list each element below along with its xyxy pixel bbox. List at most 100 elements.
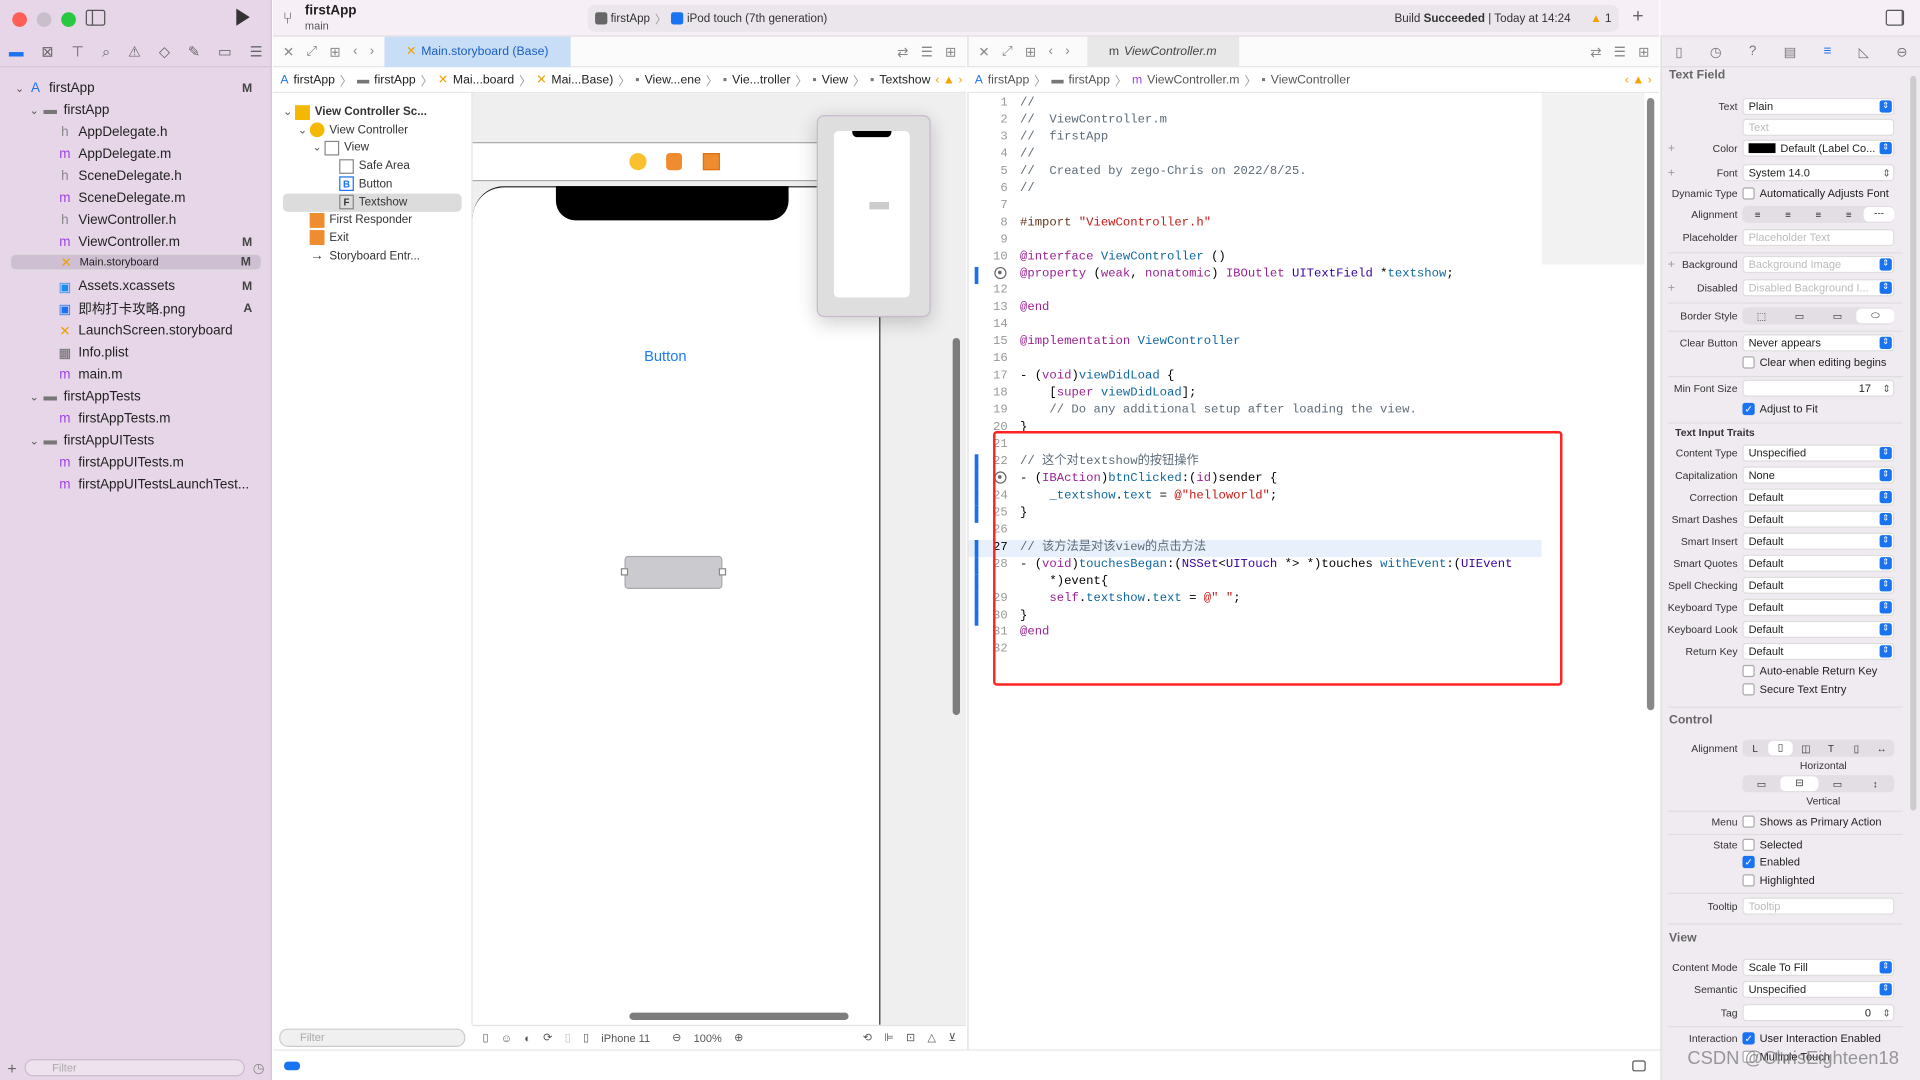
device-icon[interactable]: ▯	[583, 1031, 589, 1044]
inspector-toggle-icon[interactable]	[1885, 9, 1905, 26]
stepper-icon[interactable]: ⇕	[1882, 383, 1890, 394]
warning-icon[interactable]: ‹ ▲ ›	[1625, 73, 1652, 86]
code-line[interactable]: 5 // Created by zego-Chris on 2022/8/25.	[969, 164, 1542, 181]
segment-option[interactable]: T	[1818, 743, 1843, 754]
file-tree-item[interactable]: ⌄ ▬ firstAppTests	[10, 386, 262, 408]
breadcrumb-item[interactable]: Textshow	[879, 73, 930, 86]
segment-option[interactable]: ≡	[1834, 209, 1864, 220]
exit-icon[interactable]	[702, 153, 721, 171]
checkbox[interactable]	[1742, 838, 1755, 852]
outline-item[interactable]: First Responder	[295, 211, 412, 229]
breadcrumb-item[interactable]: View...ene	[645, 73, 701, 86]
segment-option[interactable]: ↔	[1869, 743, 1894, 754]
file-icon[interactable]: ▯	[1675, 43, 1682, 60]
plus-icon[interactable]: +	[1668, 141, 1675, 154]
segment-option[interactable]: ▭	[1818, 310, 1856, 321]
help-icon[interactable]: ?	[1749, 44, 1757, 59]
chevron-down-icon[interactable]: ⌄	[295, 123, 310, 136]
select-disabled[interactable]: Disabled Background I... ⇕	[1742, 279, 1895, 297]
change-bar[interactable]	[974, 266, 979, 284]
select-keyboard-look[interactable]: Default ⇕	[1742, 620, 1895, 638]
segment-option[interactable]: ▭	[1742, 778, 1780, 789]
select-return-key[interactable]: Default ⇕	[1742, 642, 1895, 661]
code-line[interactable]: 7	[969, 198, 1542, 215]
code-line[interactable]: 6 //	[969, 181, 1542, 198]
device-selector[interactable]: iPod touch (7th generation)	[671, 12, 827, 25]
outline-item[interactable]: B Button	[324, 175, 392, 193]
test-icon[interactable]: ◇	[159, 43, 170, 60]
input-placeholder[interactable]: Placeholder Text	[1742, 228, 1895, 247]
code-line[interactable]: 19 // Do any additional setup after load…	[969, 403, 1542, 420]
identity-icon[interactable]: ▤	[1784, 43, 1797, 60]
checkbox[interactable]	[1742, 187, 1755, 200]
add-editor-icon[interactable]: ⊞	[1638, 43, 1649, 60]
chevron-down-icon[interactable]: ⌄	[280, 105, 295, 118]
code-line[interactable]: 14	[969, 318, 1542, 335]
segment-option[interactable]: L	[1742, 743, 1767, 754]
zoom-out-icon[interactable]: ⊖	[672, 1031, 681, 1044]
embed-icon[interactable]: ⊻	[948, 1031, 956, 1044]
select-smart-dashes[interactable]: Default ⇕	[1742, 510, 1895, 528]
view-controller-icon[interactable]	[629, 153, 647, 171]
file-tree-item[interactable]: h SceneDelegate.h	[10, 165, 262, 187]
inspector-scrollbar[interactable]	[1910, 75, 1917, 811]
breadcrumb-item[interactable]: Mai...Base)	[551, 73, 613, 86]
expand-icon[interactable]: ⤢	[306, 43, 317, 59]
chevron-down-icon[interactable]: ⌄	[12, 81, 27, 94]
file-tree-item[interactable]: m firstAppTests.m	[10, 408, 262, 430]
segmented-control[interactable]: ⬚ ▭ ▭ ⬭	[1742, 307, 1895, 325]
code-line[interactable]: 9	[969, 232, 1542, 249]
select-keyboard-type[interactable]: Default ⇕	[1742, 598, 1895, 616]
file-tree-item[interactable]: ▣ Assets.xcassets M	[10, 276, 262, 298]
code-line[interactable]: 16	[969, 352, 1542, 369]
forward-icon[interactable]: ›	[1065, 43, 1069, 59]
close-editor-icon[interactable]: ✕	[283, 43, 294, 60]
select-semantic[interactable]: Unspecified ⇕	[1742, 980, 1895, 998]
chevron-down-icon[interactable]: ⌄	[27, 390, 42, 403]
horizontal-scrollbar[interactable]	[629, 1012, 849, 1021]
code-line[interactable]: 12	[969, 283, 1542, 300]
file-tree-item[interactable]: ✕ Main.storyboard M	[9, 253, 263, 271]
symbol-icon[interactable]: ⊤	[71, 43, 84, 60]
segment-option[interactable]: ≡	[1773, 209, 1803, 220]
zoom-window-button[interactable]	[61, 12, 76, 27]
input-text[interactable]: Text	[1742, 118, 1895, 136]
segment-option[interactable]: ⊟	[1780, 776, 1819, 792]
select-correction[interactable]: Default ⇕	[1742, 488, 1895, 506]
stepper-icon[interactable]: ⇕	[1882, 1007, 1890, 1018]
storyboard-canvas[interactable]: Button	[472, 93, 967, 1025]
file-tree-item[interactable]: ✕ LaunchScreen.storyboard	[10, 320, 262, 342]
update-frames-icon[interactable]: ⟲	[863, 1031, 872, 1044]
outline-item[interactable]: → Storyboard Entr...	[295, 247, 420, 265]
breadcrumb-item[interactable]: Vie...troller	[732, 73, 790, 86]
segment-option[interactable]: ◫	[1793, 743, 1818, 754]
outline-item[interactable]: ⌄ View	[310, 139, 369, 157]
file-tree-item[interactable]: ⌄ ▬ firstApp	[10, 99, 262, 121]
file-tree-item[interactable]: m ViewController.m M	[10, 231, 262, 253]
code-line[interactable]: @property (weak, nonatomic) IBOutlet UIT…	[969, 266, 1542, 284]
breadcrumb-item[interactable]: ViewController	[1271, 73, 1350, 86]
align-icon[interactable]: ⊫	[884, 1031, 894, 1044]
add-icon[interactable]: +	[7, 1059, 16, 1077]
back-icon[interactable]: ‹	[353, 43, 357, 59]
add-constraints-icon[interactable]: ⊡	[906, 1031, 915, 1044]
close-editor-icon[interactable]: ✕	[978, 43, 989, 60]
debug-icon[interactable]: ✎	[188, 43, 200, 60]
code-line[interactable]: 10 @interface ViewController ()	[969, 249, 1542, 266]
select-smart-insert[interactable]: Default ⇕	[1742, 532, 1895, 550]
file-tree-item[interactable]: h ViewController.h	[10, 209, 262, 231]
code-line[interactable]: 1 //	[969, 96, 1542, 113]
segment-option[interactable]: ▭	[1780, 310, 1818, 321]
related-items-icon[interactable]: ⇄	[1590, 43, 1601, 60]
checkbox[interactable]	[1742, 683, 1755, 696]
breadcrumb-item[interactable]: firstApp	[1068, 73, 1110, 86]
outline-toggle-icon[interactable]: ▯	[482, 1031, 488, 1044]
segmented-control[interactable]: ≡ ≡ ≡ ≡ ---	[1742, 205, 1895, 223]
search-icon[interactable]: ⌕	[102, 42, 110, 60]
source-control-icon[interactable]: ⊠	[41, 43, 53, 60]
report-icon[interactable]: ☰	[250, 43, 263, 60]
select-smart-quotes[interactable]: Default ⇕	[1742, 554, 1895, 572]
breadcrumb-item[interactable]: firstApp	[293, 73, 335, 86]
outline-item[interactable]: Safe Area	[324, 157, 410, 175]
chevron-down-icon[interactable]: ⌄	[27, 103, 42, 116]
